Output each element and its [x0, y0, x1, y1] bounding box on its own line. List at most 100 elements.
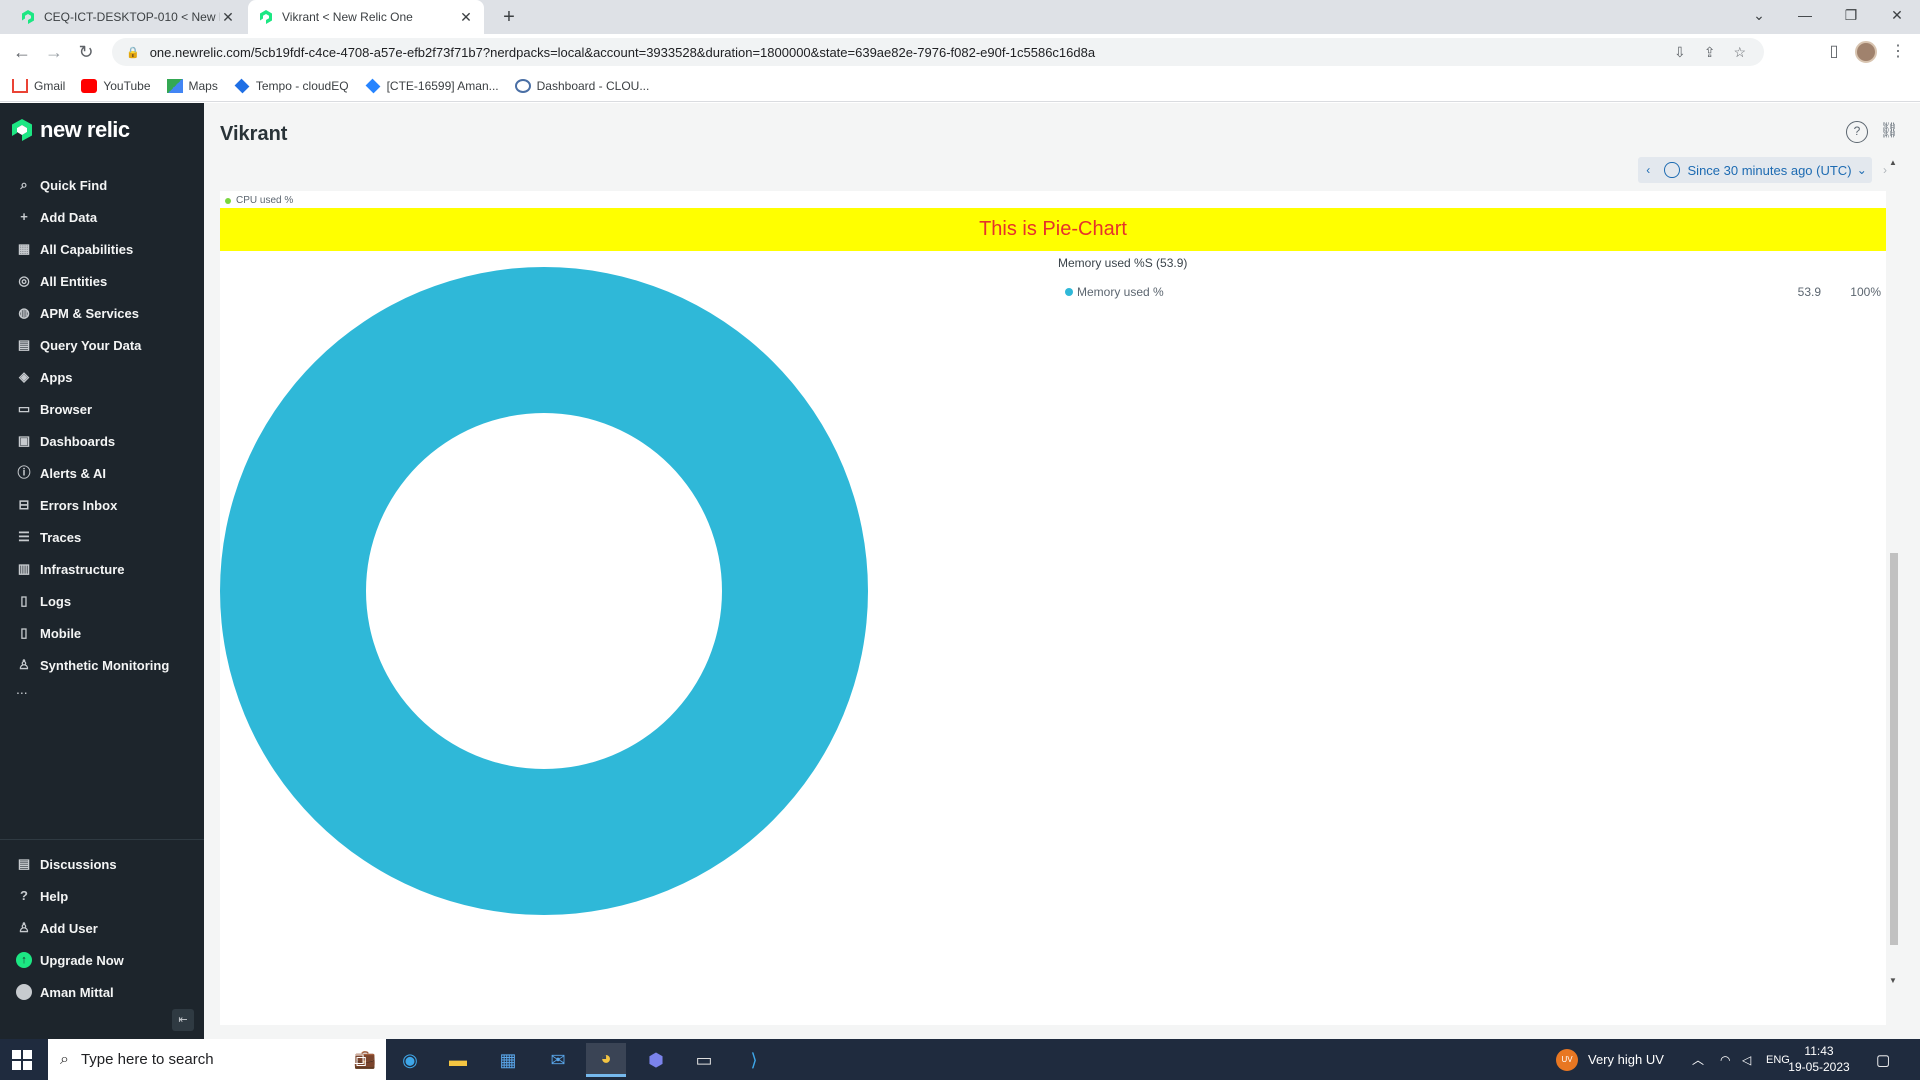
task-view-icon[interactable]: ⧉ — [340, 1043, 380, 1077]
sidebar-item-infrastructure[interactable]: ▥ Infrastructure — [0, 553, 204, 585]
more-items-icon[interactable]: ... — [0, 681, 204, 705]
sidebar-item-errors-inbox[interactable]: ⊟ Errors Inbox — [0, 489, 204, 521]
store-icon[interactable]: ▦ — [488, 1043, 528, 1077]
bookmark-label: Gmail — [34, 78, 66, 93]
nav-label: Query Your Data — [40, 337, 142, 353]
back-icon[interactable]: ← — [10, 40, 34, 64]
sidebar-item-all-capabilities[interactable]: ▦ All Capabilities — [0, 233, 204, 265]
terminal-icon[interactable]: ▭ — [684, 1043, 724, 1077]
nav-icon: ▭ — [17, 401, 31, 416]
nav-label: Upgrade Now — [40, 952, 124, 968]
taskbar-search-placeholder: Type here to search — [80, 1051, 214, 1068]
taskbar-search[interactable]: ⌕ Type here to search 💼 — [48, 1039, 386, 1080]
sidebar-item-alerts-ai[interactable]: ⓘ Alerts & AI — [0, 457, 204, 489]
sidebar-bottom-discussions[interactable]: ▤ Discussions — [0, 848, 204, 880]
nav-icon: ▤ — [17, 337, 31, 352]
nav-icon: ⓘ — [17, 465, 31, 480]
sidebar-item-query-your-data[interactable]: ▤ Query Your Data — [0, 329, 204, 361]
profile-avatar[interactable] — [1855, 41, 1877, 63]
vscode-icon[interactable]: ⟩ — [734, 1043, 774, 1077]
scroll-up-icon[interactable]: ▲ — [1887, 157, 1899, 169]
install-app-icon[interactable]: ⇩ — [1674, 44, 1686, 61]
forward-icon[interactable]: → — [42, 40, 66, 64]
time-picker-label: Since 30 minutes ago (UTC) — [1687, 162, 1852, 178]
teams-icon[interactable]: ⬢ — [636, 1043, 676, 1077]
uv-icon: UV — [1556, 1048, 1578, 1071]
taskbar-clock[interactable]: 11:43 19-05-2023 — [1784, 1043, 1854, 1075]
tab-title: CEQ-ICT-DESKTOP-010 < New Re — [44, 10, 220, 24]
side-panel-icon[interactable]: ▯ — [1822, 40, 1846, 64]
sidebar-item-add-data[interactable]: + Add Data — [0, 201, 204, 233]
minimize-button[interactable]: — — [1782, 0, 1828, 30]
nav-icon: ▦ — [17, 241, 31, 256]
network-icon[interactable]: ◠ — [1720, 1039, 1730, 1080]
nav-icon: ◈ — [19, 369, 29, 384]
bookmark-jira[interactable]: [CTE-16599] Aman... — [365, 78, 499, 93]
scroll-thumb[interactable] — [1890, 553, 1898, 945]
sidebar-bottom-add-user[interactable]: ♙ Add User — [0, 912, 204, 944]
sidebar-bottom-help[interactable]: ? Help — [0, 880, 204, 912]
close-window-button[interactable]: ✕ — [1874, 0, 1920, 30]
legend-dot — [225, 197, 231, 204]
time-picker[interactable]: ‹ Since 30 minutes ago (UTC) ⌄ — [1638, 157, 1872, 183]
nav-label: Synthetic Monitoring — [40, 657, 170, 673]
browser-tab-desktop[interactable]: CEQ-ICT-DESKTOP-010 < New Re ✕ — [10, 0, 246, 34]
weather-widget[interactable]: UV Very high UV — [1556, 1039, 1664, 1080]
share-icon[interactable]: ⇪ — [1704, 44, 1716, 61]
nav-icon — [16, 984, 32, 1000]
collapse-sidebar-button[interactable]: ⇤ — [172, 1009, 194, 1031]
sidebar-item-logs[interactable]: ▯ Logs — [0, 585, 204, 617]
edge-icon[interactable]: ◉ — [390, 1043, 430, 1077]
file-explorer-icon[interactable]: ▬ — [438, 1043, 478, 1077]
menu-dots-icon[interactable]: ⋮ — [1886, 40, 1910, 64]
browser-tab-vikrant[interactable]: Vikrant < New Relic One ✕ — [248, 0, 484, 34]
sidebar-item-synthetic-monitoring[interactable]: ♙ Synthetic Monitoring — [0, 649, 204, 681]
scroll-down-icon[interactable]: ▼ — [1887, 975, 1899, 987]
reload-icon[interactable]: ↻ — [74, 40, 98, 64]
tab-search-icon[interactable]: ⌄ — [1736, 0, 1782, 30]
bookmark-maps[interactable]: Maps — [166, 78, 218, 93]
new-relic-logo[interactable]: new relic — [12, 117, 130, 143]
sidebar-item-all-entities[interactable]: ◎ All Entities — [0, 265, 204, 297]
restore-button[interactable]: ❐ — [1828, 0, 1874, 30]
sidebar-bottom-upgrade-now[interactable]: ↑ Upgrade Now — [0, 944, 204, 976]
sidebar-item-apm-services[interactable]: ◍ APM & Services — [0, 297, 204, 329]
time-prev-icon[interactable]: ‹ — [1638, 163, 1658, 177]
sidebar-item-traces[interactable]: ☰ Traces — [0, 521, 204, 553]
sidebar-item-browser[interactable]: ▭ Browser — [0, 393, 204, 425]
weather-text: Very high UV — [1588, 1052, 1664, 1067]
bookmark-dashboard[interactable]: Dashboard - CLOU... — [514, 78, 649, 93]
sidebar-bottom-aman-mittal[interactable]: Aman Mittal — [0, 976, 204, 1008]
sidebar-item-apps[interactable]: ◈ Apps — [0, 361, 204, 393]
mail-icon[interactable]: ✉ — [538, 1043, 578, 1077]
brand-name: new relic — [40, 117, 130, 142]
sidebar-item-mobile[interactable]: ▯ Mobile — [0, 617, 204, 649]
windows-start-icon[interactable] — [12, 1050, 32, 1070]
pie-legend-row[interactable]: Memory used % 53.9 100% — [1065, 284, 1881, 300]
bookmark-youtube[interactable]: YouTube — [81, 78, 151, 93]
close-tab-icon[interactable]: ✕ — [458, 9, 474, 26]
chrome-icon[interactable]: ◕ — [586, 1043, 626, 1077]
link-icon[interactable]: ⛓ — [1878, 121, 1900, 143]
lock-icon[interactable]: 🔒 — [126, 46, 140, 59]
sidebar-item-quick-find[interactable]: ⌕ Quick Find — [0, 169, 204, 201]
tray-overflow-icon[interactable]: ︿ — [1692, 1039, 1704, 1080]
pie-slice-0[interactable] — [220, 267, 868, 915]
new-relic-favicon-icon — [260, 10, 272, 24]
nav-icon: ▤ — [17, 856, 31, 871]
panel-scrollbar[interactable]: ▲ ▼ — [1886, 155, 1900, 989]
sidebar-item-dashboards[interactable]: ▣ Dashboards — [0, 425, 204, 457]
bookmark-label: [CTE-16599] Aman... — [386, 78, 499, 93]
volume-icon[interactable]: ◁ — [1742, 1039, 1751, 1080]
close-tab-icon[interactable]: ✕ — [220, 9, 236, 26]
bookmark-tempo[interactable]: Tempo - cloudEQ — [234, 78, 349, 93]
notifications-icon[interactable]: ▢ — [1876, 1039, 1890, 1080]
new-tab-button[interactable]: + — [496, 5, 522, 29]
bookmark-gmail[interactable]: Gmail — [12, 78, 66, 93]
address-bar[interactable]: 🔒 one.newrelic.com/5cb19fdf-c4ce-4708-a5… — [112, 38, 1764, 66]
bookmark-star-icon[interactable]: ☆ — [1733, 44, 1746, 61]
nav-label: Mobile — [40, 625, 82, 641]
cpu-legend[interactable]: CPU used % — [225, 195, 293, 206]
nav-icon: ♙ — [18, 657, 30, 672]
help-icon[interactable]: ? — [1846, 121, 1868, 143]
